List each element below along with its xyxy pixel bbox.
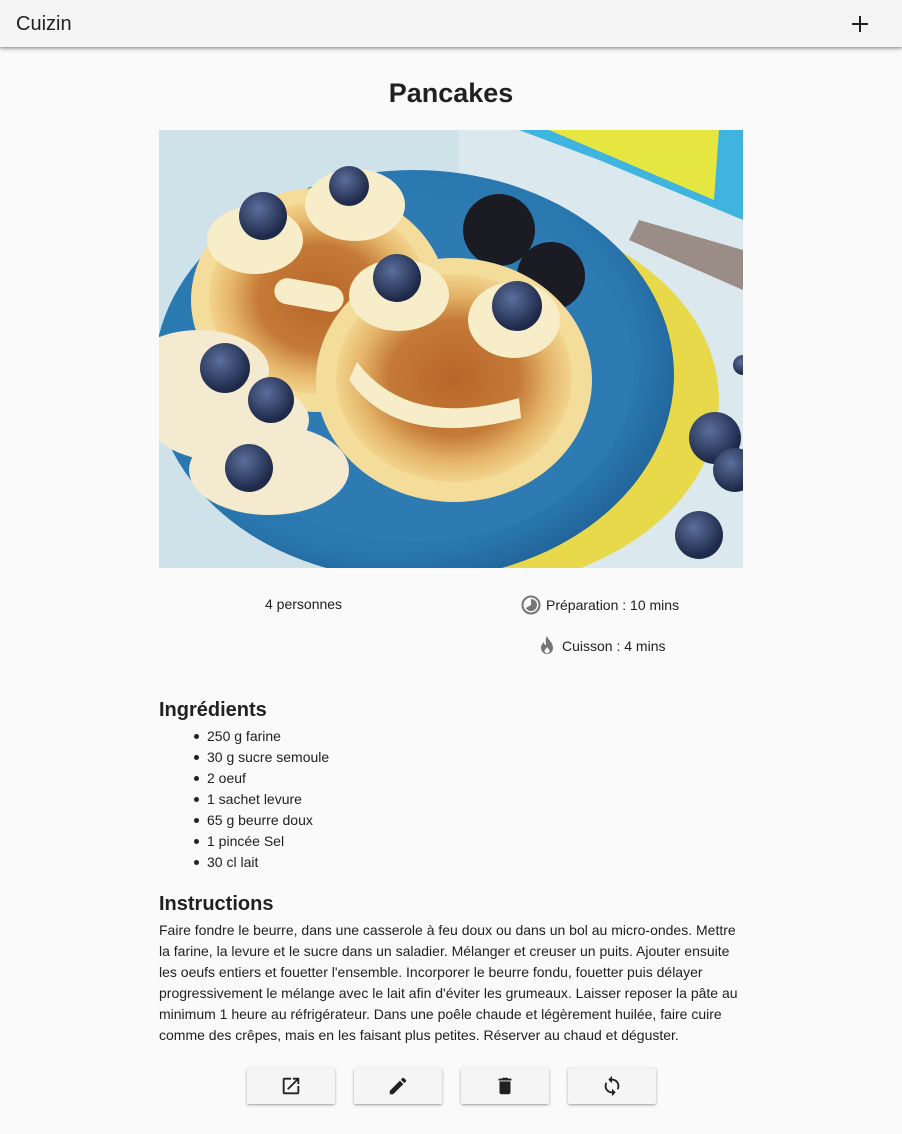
ingredients-heading: Ingrédients [159,699,267,721]
delete-icon [498,1077,512,1095]
ingredient-item: 30 g sucre semoule [193,747,329,768]
ingredient-item: 30 cl lait [193,852,329,873]
pancakes-illustration [159,130,743,568]
edit-button[interactable] [354,1068,442,1104]
refresh-button[interactable] [568,1068,656,1104]
ingredient-list: 250 g farine 30 g sucre semoule 2 oeuf 1… [193,726,329,873]
ingredient-item: 1 sachet levure [193,789,329,810]
instructions-text: Faire fondre le beurre, dans une cassero… [159,922,738,1043]
fire-icon [541,636,553,654]
ingredient-item: 2 oeuf [193,768,329,789]
ingredient-item: 65 g beurre doux [193,810,329,831]
cooking-time-text: Cuisson : 4 mins [562,637,666,654]
app-bar: Cuizin [0,0,902,47]
recipe-title: Pancakes [388,78,514,108]
recipe-photo [159,130,743,568]
preparation-time: Préparation : 10 mins [521,595,679,615]
app-title[interactable]: Cuizin [16,12,72,36]
edit-icon [389,1077,407,1095]
open-external-icon [282,1077,300,1095]
servings-text: 4 personnes [265,596,343,612]
plus-icon [852,16,868,32]
ingredient-item: 250 g farine [193,726,329,747]
recipe-actions [247,1068,656,1104]
open-external-button[interactable] [247,1068,335,1104]
refresh-icon [604,1075,620,1097]
instructions-heading: Instructions [159,893,274,915]
preparation-time-text: Préparation : 10 mins [546,597,680,613]
cooking-time: Cuisson : 4 mins [537,635,665,656]
timer-icon [521,595,541,615]
delete-button[interactable] [461,1068,549,1104]
add-recipe-button[interactable] [846,10,874,38]
ingredient-item: 1 pincée Sel [193,831,329,852]
